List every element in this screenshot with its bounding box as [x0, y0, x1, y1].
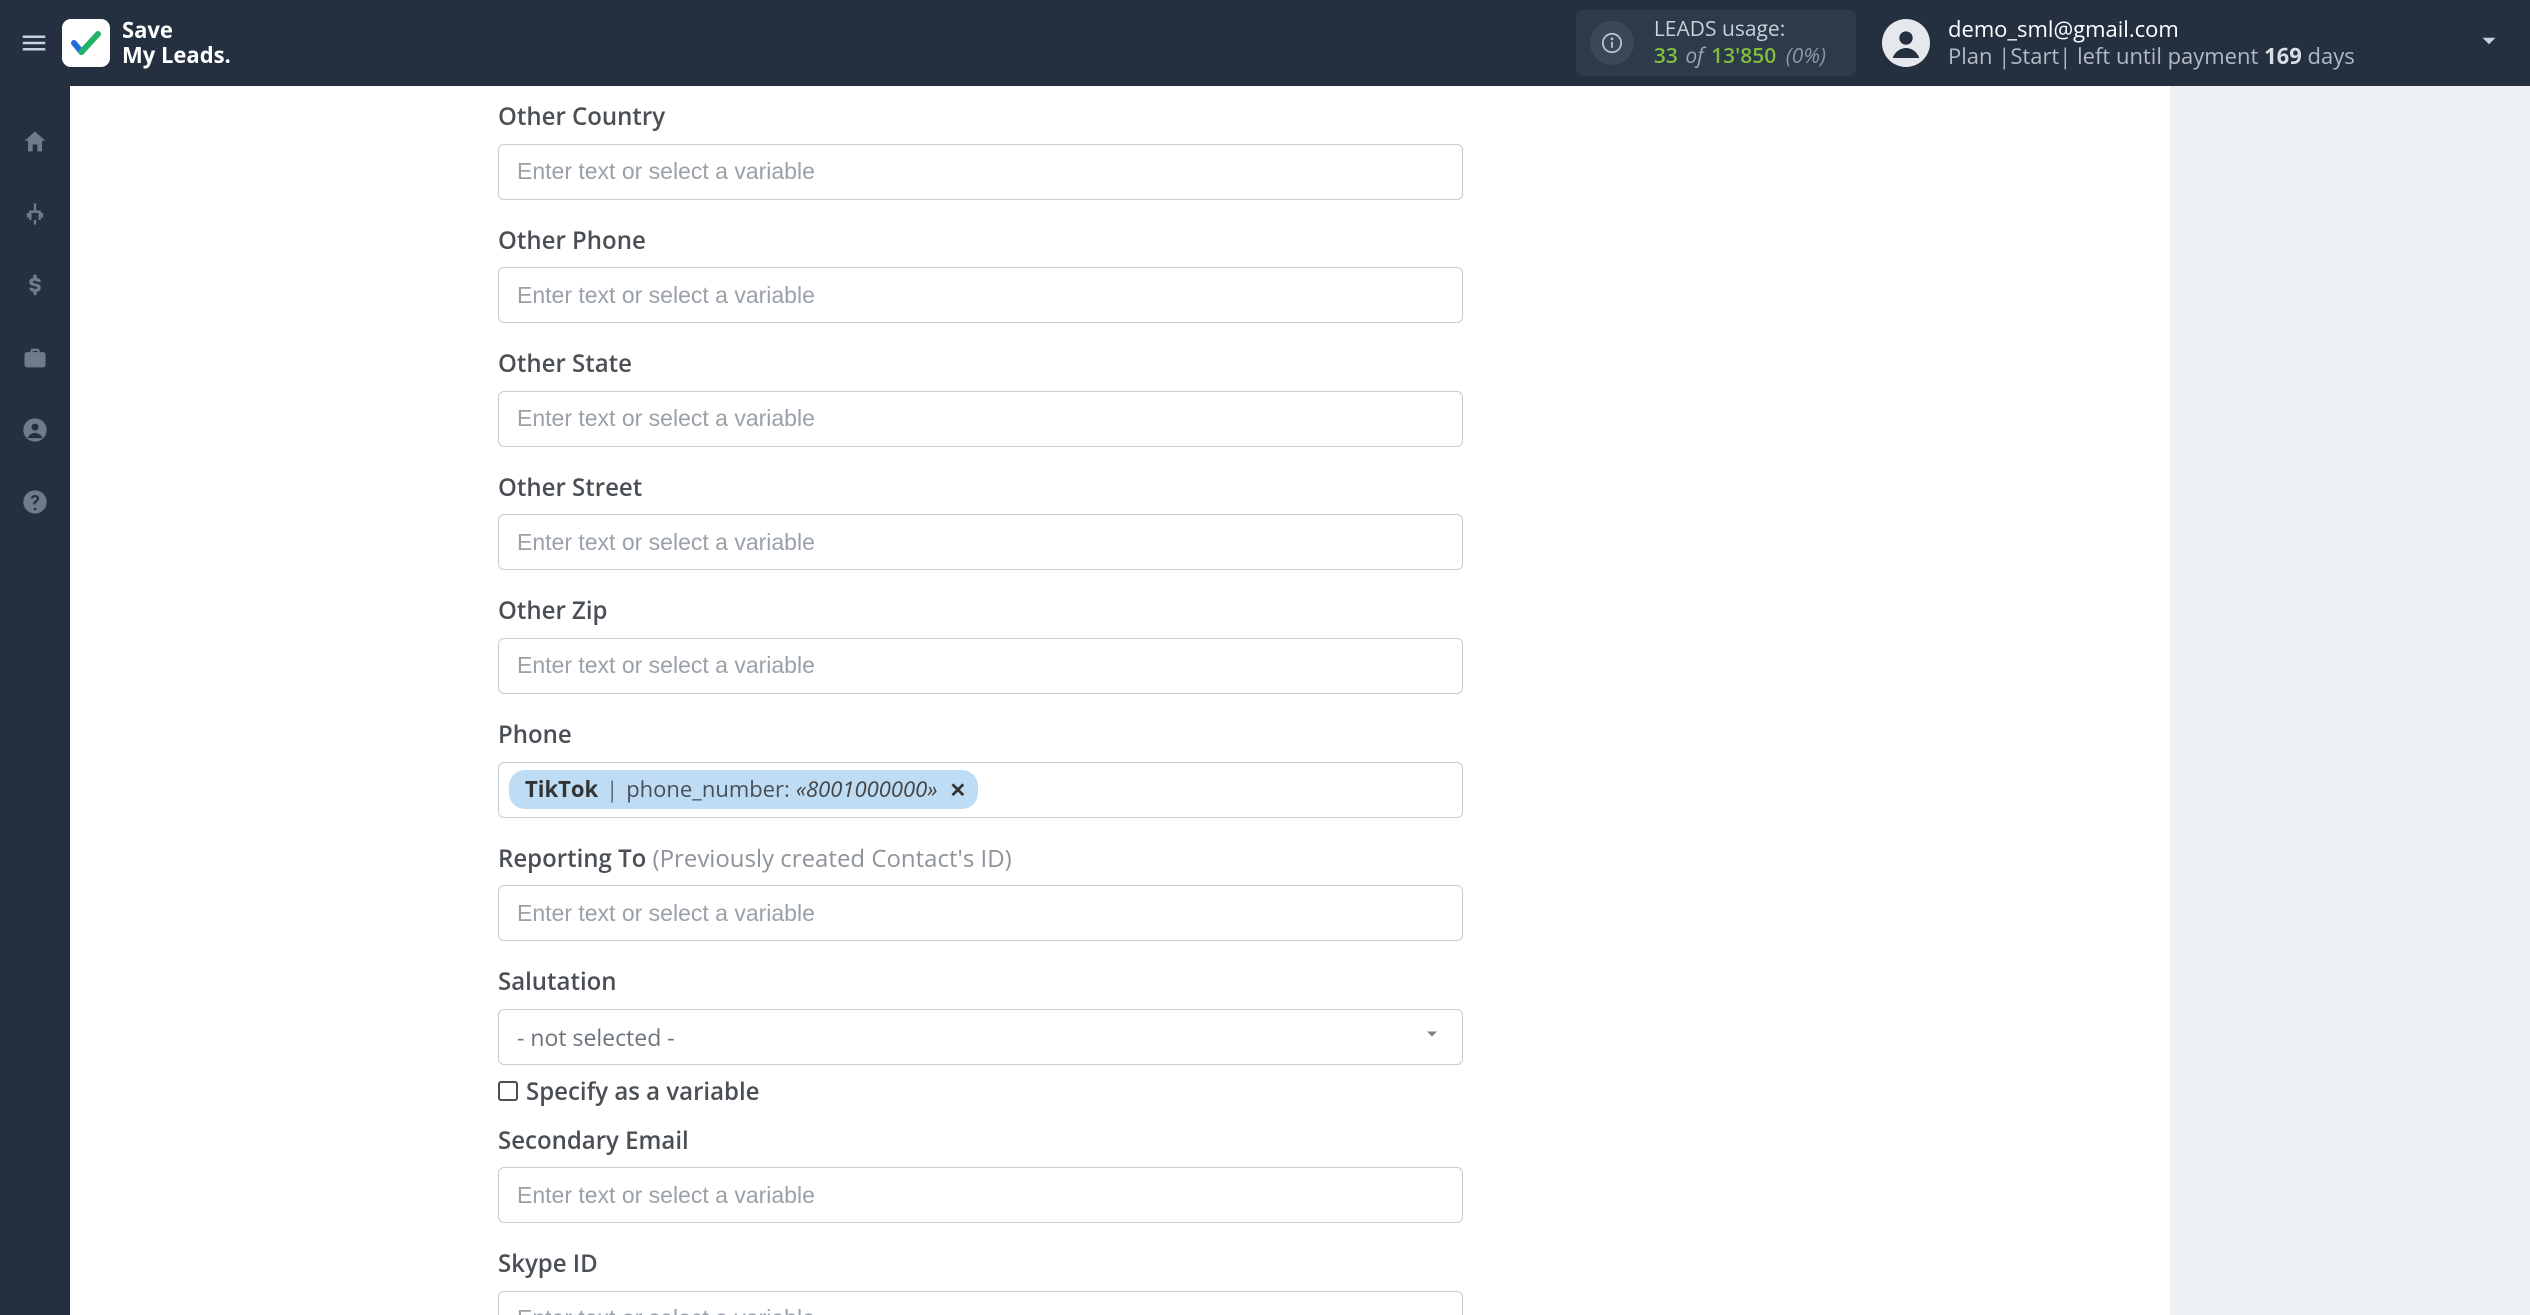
- usage-used: 33: [1654, 42, 1678, 70]
- input-other-state[interactable]: [498, 391, 1463, 447]
- token-phone[interactable]: TikTok | phone_number: «8001000000» ✕: [509, 770, 978, 809]
- label-other-phone: Other Phone: [498, 224, 1463, 258]
- field-other-zip: Other Zip: [498, 594, 1463, 694]
- topbar: Save My Leads. LEADS usage: 33 of 13'850…: [0, 0, 2530, 86]
- field-other-street: Other Street: [498, 471, 1463, 571]
- user-circle-icon: [21, 416, 49, 444]
- account-menu[interactable]: demo_sml@gmail.com Plan |Start| left unt…: [1882, 16, 2502, 71]
- chevron-down-icon: [2476, 28, 2502, 59]
- menu-toggle[interactable]: [10, 19, 58, 67]
- sidebar-item-home[interactable]: [15, 122, 55, 162]
- dollar-icon: [21, 272, 49, 300]
- account-text: demo_sml@gmail.com Plan |Start| left unt…: [1948, 16, 2355, 71]
- checkbox-label: Specify as a variable: [526, 1075, 760, 1108]
- plan-prefix: Plan |: [1948, 41, 2010, 71]
- input-reporting-to[interactable]: [498, 885, 1463, 941]
- checkbox-box[interactable]: [498, 1081, 518, 1101]
- usage-box[interactable]: LEADS usage: 33 of 13'850 (0%): [1576, 10, 1856, 77]
- sidebar-item-account[interactable]: [15, 410, 55, 450]
- plan-days-suffix: days: [2302, 41, 2355, 71]
- input-other-street[interactable]: [498, 514, 1463, 570]
- logo-text: Save My Leads.: [122, 18, 231, 69]
- logo[interactable]: Save My Leads.: [62, 18, 231, 69]
- sidebar-item-tools[interactable]: [15, 338, 55, 378]
- label-phone: Phone: [498, 718, 1463, 752]
- hamburger-icon: [19, 28, 49, 58]
- select-salutation[interactable]: - not selected -: [498, 1009, 1463, 1065]
- label-reporting-to-main: Reporting To: [498, 842, 653, 875]
- label-secondary-email: Secondary Email: [498, 1124, 1463, 1158]
- home-icon: [21, 128, 49, 156]
- token-source: TikTok: [525, 774, 598, 805]
- form-card: Other Country Other Phone Other State Ot…: [70, 86, 2170, 1315]
- check-icon: [68, 25, 104, 61]
- input-skype-id[interactable]: [498, 1291, 1463, 1315]
- avatar-icon: [1882, 19, 1930, 67]
- info-icon: [1590, 21, 1634, 65]
- sidebar: [0, 86, 70, 1315]
- label-other-street: Other Street: [498, 471, 1463, 505]
- sidebar-item-help[interactable]: [15, 482, 55, 522]
- usage-of: of: [1685, 42, 1703, 70]
- account-plan: Plan |Start| left until payment 169 days: [1948, 43, 2355, 71]
- usage-pct: (0%): [1786, 42, 1826, 70]
- input-secondary-email[interactable]: [498, 1167, 1463, 1223]
- usage-values: 33 of 13'850 (0%): [1654, 43, 1826, 70]
- form-area: Other Country Other Phone Other State Ot…: [498, 86, 1463, 1315]
- input-other-phone[interactable]: [498, 267, 1463, 323]
- account-email: demo_sml@gmail.com: [1948, 16, 2355, 44]
- token-value: «8001000000»: [796, 774, 938, 805]
- brand-line2: My Leads.: [122, 43, 231, 68]
- field-phone: Phone TikTok | phone_number: «8001000000…: [498, 718, 1463, 818]
- field-other-country: Other Country: [498, 100, 1463, 200]
- plan-days: 169: [2264, 41, 2302, 71]
- token-key: phone_number:: [626, 774, 790, 805]
- sidebar-item-billing[interactable]: [15, 266, 55, 306]
- token-remove[interactable]: ✕: [949, 780, 966, 800]
- label-reporting-to: Reporting To (Previously created Contact…: [498, 842, 1463, 876]
- usage-total: 13'850: [1711, 42, 1776, 70]
- field-secondary-email: Secondary Email: [498, 1124, 1463, 1224]
- field-salutation: Salutation - not selected - Specify as a…: [498, 965, 1463, 1108]
- usage-text: LEADS usage: 33 of 13'850 (0%): [1654, 16, 1826, 71]
- briefcase-icon: [21, 344, 49, 372]
- chevron-down-icon: [1422, 1024, 1442, 1049]
- label-salutation: Salutation: [498, 965, 1463, 999]
- plan-name: Start: [2010, 41, 2059, 71]
- field-reporting-to: Reporting To (Previously created Contact…: [498, 842, 1463, 942]
- sidebar-item-connections[interactable]: [15, 194, 55, 234]
- input-other-zip[interactable]: [498, 638, 1463, 694]
- plan-mid: | left until payment: [2059, 41, 2264, 71]
- token-sep: |: [606, 774, 618, 805]
- help-icon: [21, 488, 49, 516]
- logo-badge: [62, 19, 110, 67]
- input-phone[interactable]: TikTok | phone_number: «8001000000» ✕: [498, 762, 1463, 818]
- input-other-country[interactable]: [498, 144, 1463, 200]
- sitemap-icon: [21, 200, 49, 228]
- usage-title: LEADS usage:: [1654, 16, 1826, 43]
- checkbox-specify-variable[interactable]: Specify as a variable: [498, 1075, 1463, 1108]
- field-other-state: Other State: [498, 347, 1463, 447]
- select-salutation-value: - not selected -: [517, 1021, 675, 1053]
- field-other-phone: Other Phone: [498, 224, 1463, 324]
- label-other-state: Other State: [498, 347, 1463, 381]
- label-other-country: Other Country: [498, 100, 1463, 134]
- label-other-zip: Other Zip: [498, 594, 1463, 628]
- page: Other Country Other Phone Other State Ot…: [70, 86, 2530, 1315]
- label-reporting-to-hint: (Previously created Contact's ID): [653, 842, 1012, 875]
- field-skype-id: Skype ID: [498, 1247, 1463, 1315]
- label-skype-id: Skype ID: [498, 1247, 1463, 1281]
